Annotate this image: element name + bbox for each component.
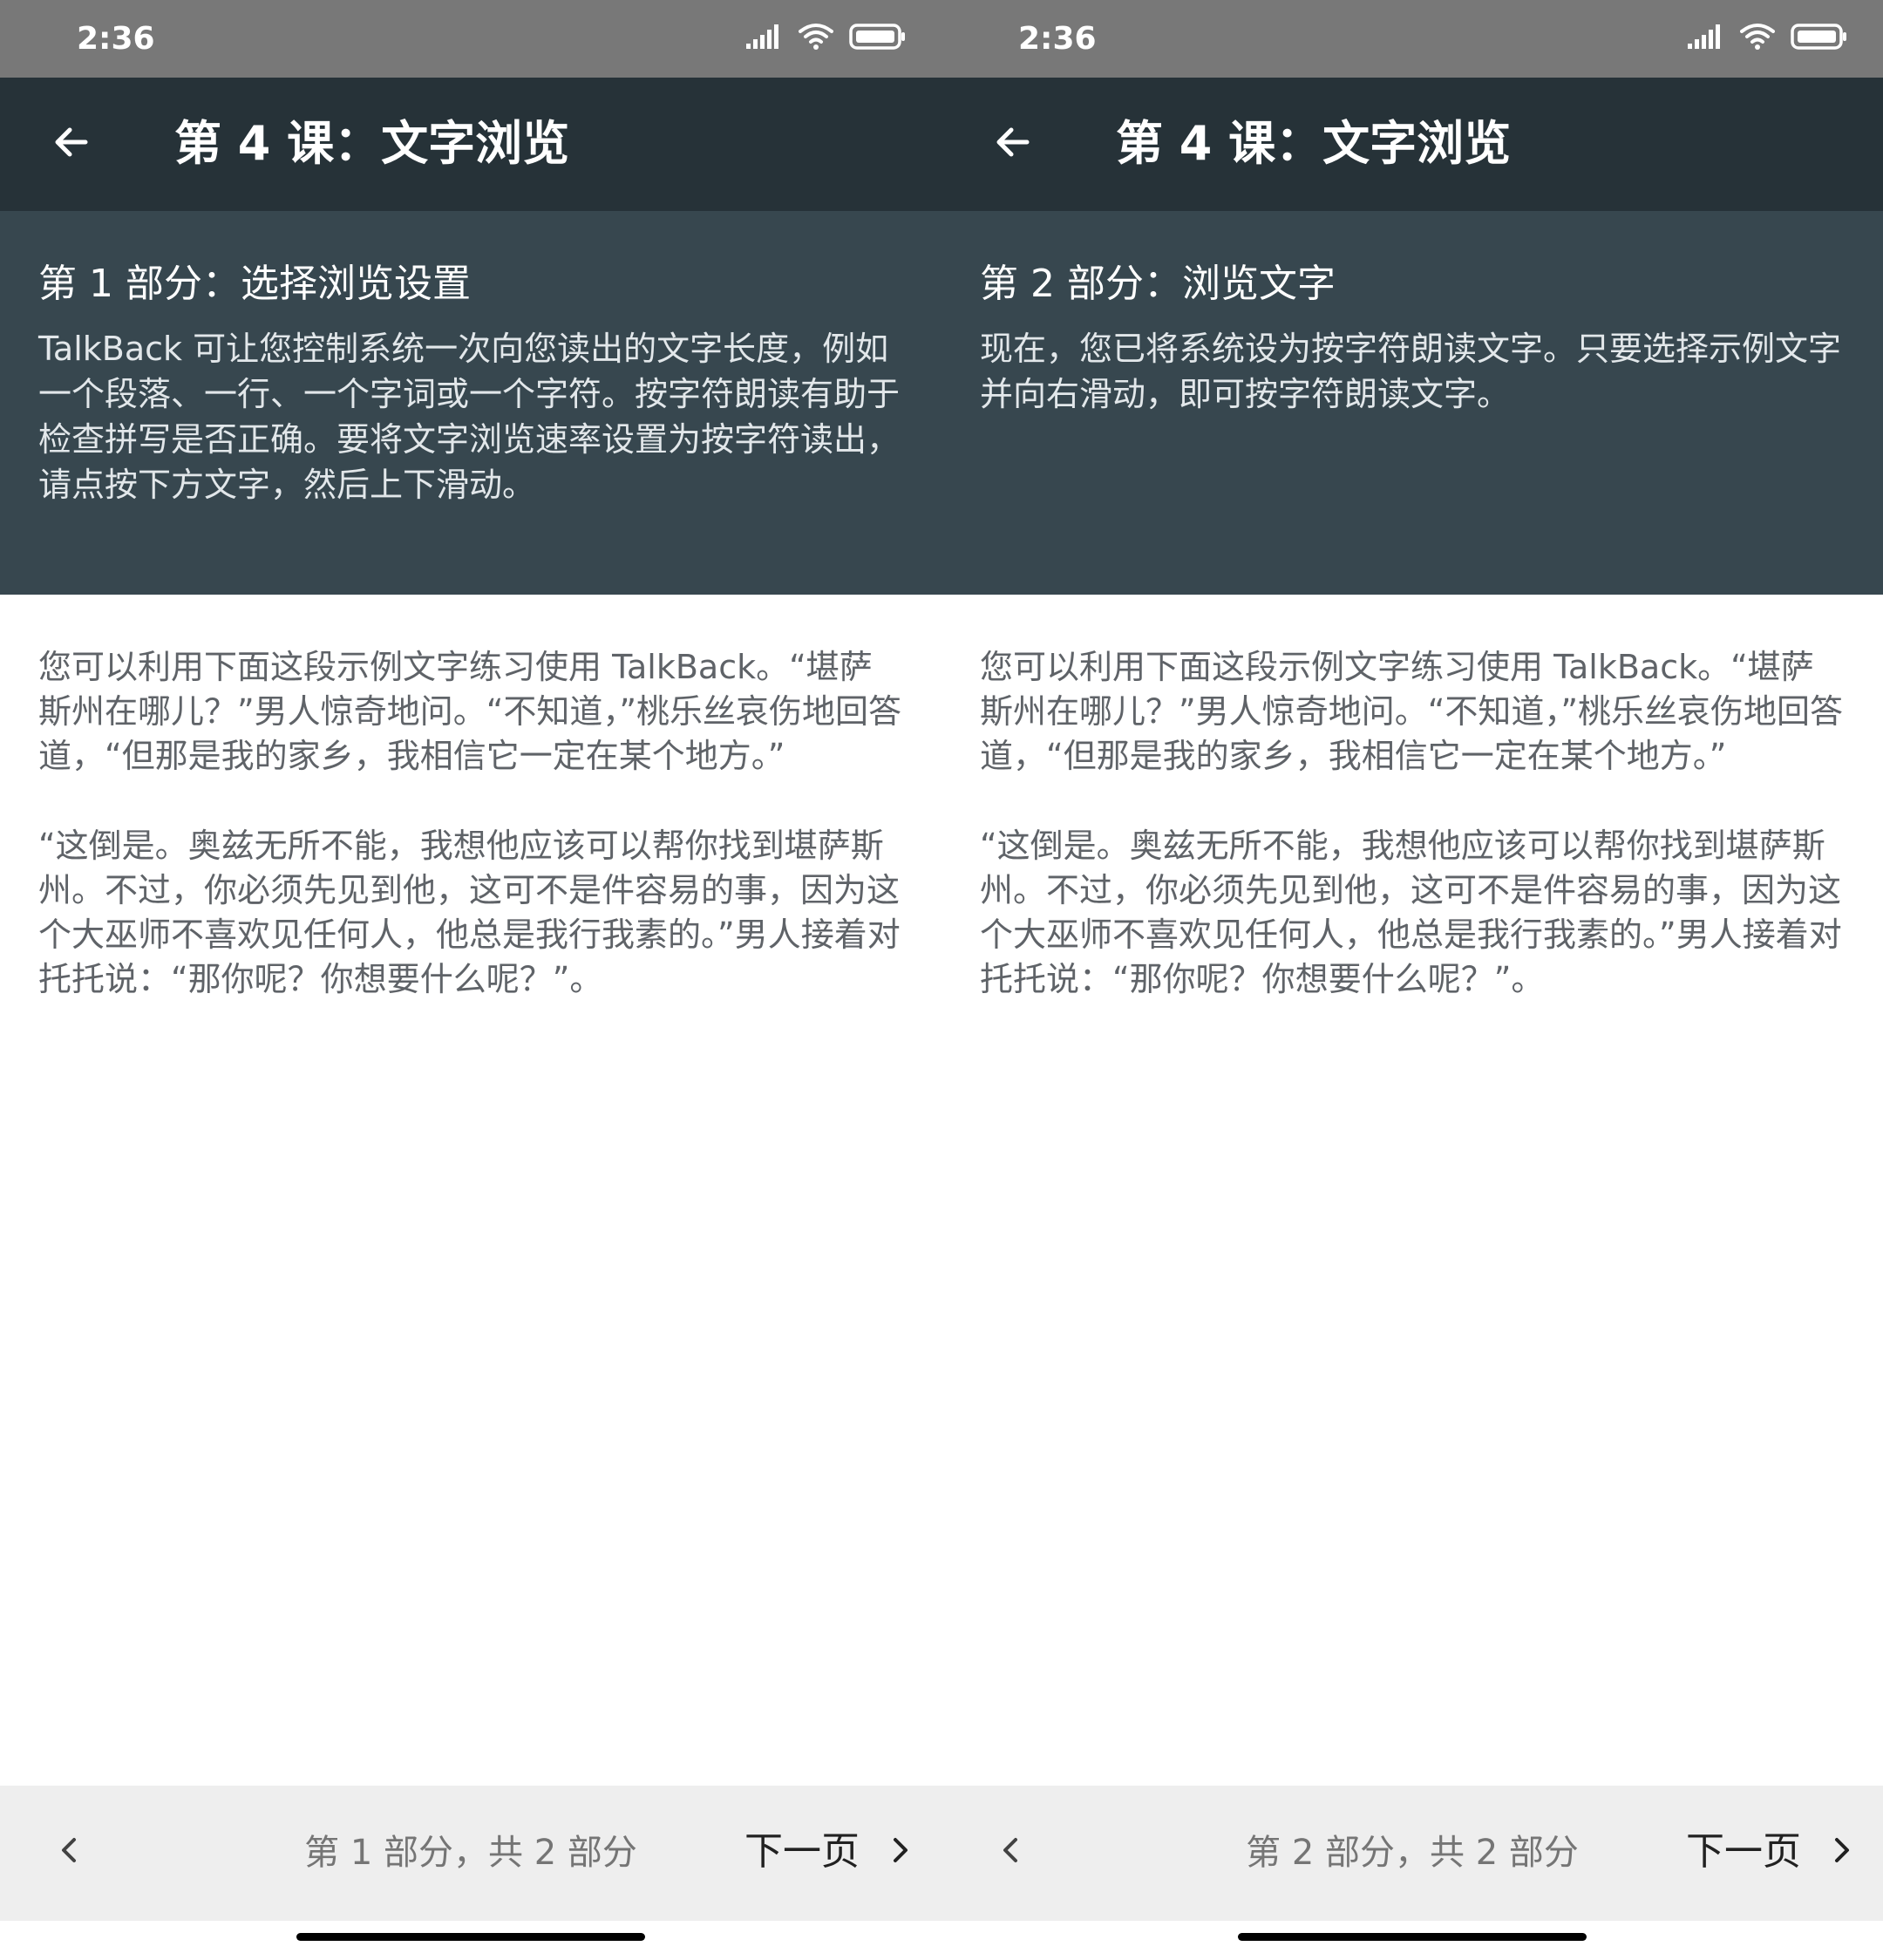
chevron-right-icon bbox=[882, 1833, 917, 1871]
previous-page-button[interactable] bbox=[976, 1817, 1046, 1887]
chevron-right-icon bbox=[1824, 1833, 1859, 1871]
section-intro: 第 2 部分：浏览文字 现在，您已将系统设为按字符朗读文字。只要选择示例文字并向… bbox=[942, 211, 1883, 595]
sample-paragraph[interactable]: 您可以利用下面这段示例文字练习使用 TalkBack。“堪萨斯州在哪儿？”男人惊… bbox=[980, 645, 1845, 779]
battery-icon bbox=[1791, 23, 1848, 54]
arrow-left-icon bbox=[992, 121, 1034, 167]
status-icons bbox=[744, 23, 907, 54]
pagination-footer: 第 2 部分，共 2 部分 下一页 bbox=[942, 1786, 1883, 1921]
section-description: 现在，您已将系统设为按字符朗读文字。只要选择示例文字并向右滑动，即可按字符朗读文… bbox=[980, 330, 1842, 413]
home-indicator[interactable] bbox=[296, 1933, 645, 1941]
tutorial-screen-part-2: 2:36 第 4 课：文字浏览 第 2 部分：浏览文字 现在，您已将系统设为按字… bbox=[942, 0, 1883, 1960]
app-bar: 第 4 课：文字浏览 bbox=[0, 78, 942, 211]
sample-paragraph[interactable]: 您可以利用下面这段示例文字练习使用 TalkBack。“堪萨斯州在哪儿？”男人惊… bbox=[38, 645, 903, 779]
next-page-label: 下一页 bbox=[1686, 1829, 1801, 1874]
sample-paragraph[interactable]: “这倒是。奥兹无所不能，我想他应该可以帮你找到堪萨斯州。不过，你必须先见到他，这… bbox=[38, 824, 903, 1002]
sample-paragraph[interactable]: “这倒是。奥兹无所不能，我想他应该可以帮你找到堪萨斯州。不过，你必须先见到他，这… bbox=[980, 824, 1845, 1002]
wifi-icon bbox=[799, 23, 833, 54]
signal-icon bbox=[1686, 23, 1724, 54]
pagination-footer: 第 1 部分，共 2 部分 下一页 bbox=[0, 1786, 942, 1921]
lesson-title: 第 4 课：文字浏览 bbox=[1116, 116, 1512, 171]
chevron-left-icon bbox=[994, 1833, 1029, 1871]
page-indicator: 第 2 部分，共 2 部分 bbox=[1246, 1833, 1579, 1873]
next-page-button[interactable]: 下一页 bbox=[744, 1817, 917, 1887]
app-bar: 第 4 课：文字浏览 bbox=[942, 78, 1883, 211]
section-heading: 第 1 部分：选择浏览设置 bbox=[38, 262, 471, 306]
next-page-button[interactable]: 下一页 bbox=[1686, 1817, 1859, 1887]
status-icons bbox=[1686, 23, 1848, 54]
chevron-left-icon bbox=[52, 1833, 87, 1871]
back-button[interactable] bbox=[978, 109, 1048, 179]
screens-container: 2:36 第 4 课：文字浏览 第 1 部分：选择浏览设置 TalkBack 可… bbox=[0, 0, 1883, 1960]
sample-text-area[interactable]: 您可以利用下面这段示例文字练习使用 TalkBack。“堪萨斯州在哪儿？”男人惊… bbox=[942, 595, 1883, 1002]
signal-icon bbox=[744, 23, 783, 54]
section-description: TalkBack 可让您控制系统一次向您读出的文字长度，例如一个段落、一行、一个… bbox=[38, 330, 901, 504]
wifi-icon bbox=[1740, 23, 1775, 54]
section-intro: 第 1 部分：选择浏览设置 TalkBack 可让您控制系统一次向您读出的文字长… bbox=[0, 211, 942, 595]
next-page-label: 下一页 bbox=[744, 1829, 860, 1874]
arrow-left-icon bbox=[51, 121, 92, 167]
status-time: 2:36 bbox=[77, 21, 155, 57]
battery-icon bbox=[849, 23, 907, 54]
tutorial-screen-part-1: 2:36 第 4 课：文字浏览 第 1 部分：选择浏览设置 TalkBack 可… bbox=[0, 0, 942, 1960]
status-time: 2:36 bbox=[1018, 21, 1097, 57]
section-heading: 第 2 部分：浏览文字 bbox=[980, 262, 1336, 306]
back-button[interactable] bbox=[37, 109, 106, 179]
status-bar: 2:36 bbox=[942, 0, 1883, 78]
page-indicator: 第 1 部分，共 2 部分 bbox=[304, 1833, 637, 1873]
status-bar: 2:36 bbox=[0, 0, 942, 78]
lesson-title: 第 4 课：文字浏览 bbox=[174, 116, 570, 171]
home-indicator[interactable] bbox=[1238, 1933, 1587, 1941]
sample-text-area[interactable]: 您可以利用下面这段示例文字练习使用 TalkBack。“堪萨斯州在哪儿？”男人惊… bbox=[0, 595, 942, 1002]
previous-page-button[interactable] bbox=[35, 1817, 105, 1887]
